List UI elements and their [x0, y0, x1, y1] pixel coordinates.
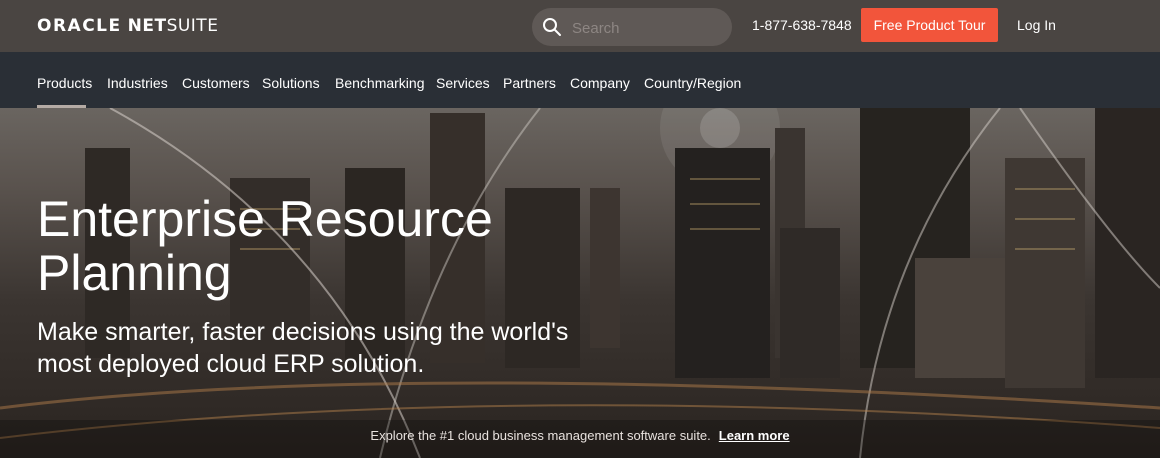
logo-suite-text: SUITE — [166, 16, 219, 36]
nav-item-services[interactable]: Services — [436, 75, 490, 91]
explore-bar: Explore the #1 cloud business management… — [0, 428, 1160, 443]
main-nav: Products Industries Customers Solutions … — [0, 52, 1160, 108]
nav-item-customers[interactable]: Customers — [182, 75, 250, 91]
oracle-netsuite-logo[interactable]: ORACLE NETSUITE — [37, 16, 218, 36]
learn-more-link[interactable]: Learn more — [719, 428, 790, 443]
explore-text: Explore the #1 cloud business management… — [370, 428, 711, 443]
nav-item-benchmarking[interactable]: Benchmarking — [335, 75, 425, 91]
nav-item-partners[interactable]: Partners — [503, 75, 556, 91]
search-input[interactable] — [570, 14, 724, 42]
free-product-tour-button[interactable]: Free Product Tour — [861, 8, 998, 42]
top-bar: ORACLENETSUITE 1-877-638-7848 Free Produ… — [0, 0, 1160, 52]
phone-number[interactable]: 1-877-638-7848 — [752, 17, 852, 33]
nav-item-country-region[interactable]: Country/Region — [644, 75, 741, 91]
nav-item-company[interactable]: Company — [570, 75, 630, 91]
search-icon[interactable] — [542, 17, 562, 37]
hero-title: Enterprise Resource Planning — [37, 191, 493, 301]
hero-banner: Enterprise Resource Planning Make smarte… — [0, 108, 1160, 458]
nav-item-industries[interactable]: Industries — [107, 75, 168, 91]
nav-item-products[interactable]: Products — [37, 75, 92, 91]
login-link[interactable]: Log In — [1017, 17, 1056, 33]
logo-net-text: NET — [127, 16, 167, 36]
hero-subtitle: Make smarter, faster decisions using the… — [37, 318, 569, 378]
search-box[interactable] — [532, 8, 732, 46]
logo-oracle-text: ORACLE — [37, 16, 122, 36]
nav-item-solutions[interactable]: Solutions — [262, 75, 320, 91]
